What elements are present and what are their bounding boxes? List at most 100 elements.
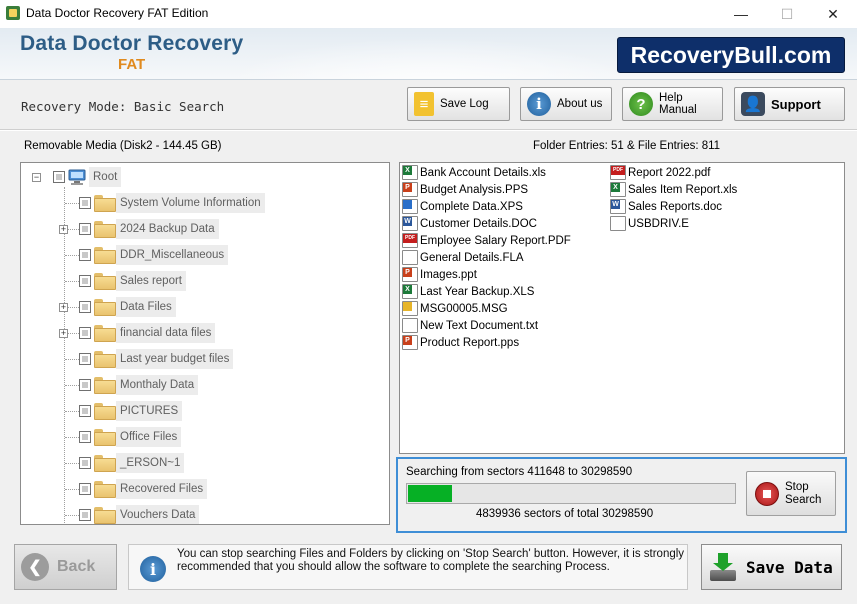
tree-line (65, 385, 79, 386)
folder-icon (94, 299, 116, 316)
tree-folder-label: Office Files (116, 427, 182, 447)
file-list[interactable]: X Bank Account Details.xls P Budget Analysi… (399, 162, 845, 454)
file-name: Employee Salary Report.PDF (420, 234, 571, 247)
help-manual-button[interactable]: ? Help Manual (622, 87, 723, 121)
file-item[interactable]: Complete Data.XPS (402, 198, 523, 215)
save-log-button[interactable]: ≡ Save Log (407, 87, 510, 121)
file-item[interactable]: MSG00005.MSG (402, 300, 508, 317)
tree-folder-item[interactable]: Sales report (21, 268, 381, 294)
file-item[interactable]: W Sales Reports.doc (610, 198, 722, 215)
save-data-label: Save Data (746, 557, 833, 577)
expand-icon[interactable]: + (59, 329, 68, 338)
expand-icon[interactable]: + (59, 303, 68, 312)
file-item[interactable]: P Images.ppt (402, 266, 477, 283)
folder-checkbox[interactable] (79, 431, 91, 443)
tree-line (65, 489, 79, 490)
file-item[interactable]: USBDRIV.E (610, 215, 689, 232)
tree-folder-item[interactable]: Recovered Files (21, 476, 381, 502)
file-item[interactable]: New Text Document.txt (402, 317, 538, 334)
tree-folder-item[interactable]: + Data Files (21, 294, 381, 320)
file-item[interactable]: X Sales Item Report.xls (610, 181, 737, 198)
folder-icon (94, 377, 116, 394)
folder-checkbox[interactable] (79, 223, 91, 235)
word-icon: W (402, 216, 418, 231)
file-item[interactable]: P Product Report.pps (402, 334, 519, 351)
folder-checkbox[interactable] (79, 457, 91, 469)
brand-logo[interactable]: RecoveryBull.com (617, 37, 845, 73)
file-item[interactable]: X Last Year Backup.XLS (402, 283, 534, 300)
file-item[interactable]: W Customer Details.DOC (402, 215, 537, 232)
file-name: Product Report.pps (420, 336, 520, 349)
folder-checkbox[interactable] (79, 275, 91, 287)
tree-folder-item[interactable]: Vouchers Data (21, 502, 381, 524)
expand-icon[interactable]: + (59, 225, 68, 234)
tree-folder-item[interactable]: System Volume Information (21, 190, 381, 216)
save-data-button[interactable]: Save Data (701, 544, 842, 590)
folder-checkbox[interactable] (79, 405, 91, 417)
tree-folder-label: Monthaly Data (116, 375, 199, 395)
tree-folder-item[interactable]: _ERSON~1 (21, 450, 381, 476)
root-checkbox[interactable] (53, 171, 65, 183)
tree-line (65, 281, 79, 282)
collapse-icon[interactable]: − (32, 173, 41, 182)
folder-icon (94, 221, 116, 238)
tree-folder-item[interactable]: +2024 Backup Data (21, 216, 381, 242)
toolbar: Recovery Mode: Basic Search ≡ Save Log i… (0, 80, 857, 130)
folder-tree[interactable]: − Root System Volume Information +2024 Ba… (20, 162, 390, 525)
tree-folder-item[interactable]: DDR_Miscellaneous (21, 242, 381, 268)
searching-status: Searching from sectors 411648 to 3029859… (406, 466, 633, 478)
tree-folder-item[interactable]: PICTURES (21, 398, 381, 424)
text-file-icon (402, 318, 418, 333)
folder-icon (94, 507, 116, 524)
tree-folder-label: 2024 Backup Data (116, 219, 219, 239)
folder-checkbox[interactable] (79, 327, 91, 339)
folder-checkbox[interactable] (79, 353, 91, 365)
support-label: Support (771, 96, 821, 112)
minimize-button[interactable]: — (718, 0, 764, 28)
stop-search-button[interactable]: Stop Search (746, 471, 836, 516)
tree-folder-item[interactable]: Monthaly Data (21, 372, 381, 398)
back-button[interactable]: ❮ Back (14, 544, 117, 590)
file-name: USBDRIV.E (628, 217, 689, 230)
folder-icon (94, 403, 116, 420)
stop-label-line2: Search (785, 493, 822, 506)
file-icon (402, 250, 418, 265)
file-name: Last Year Backup.XLS (420, 285, 535, 298)
file-name: MSG00005.MSG (420, 302, 508, 315)
tree-root[interactable]: − Root (21, 164, 381, 190)
tree-folder-label: _ERSON~1 (116, 453, 185, 473)
file-item[interactable]: General Details.FLA (402, 249, 524, 266)
support-button[interactable]: 👤 Support (734, 87, 845, 121)
pdf-icon: PDF (610, 165, 626, 180)
folder-icon (94, 429, 116, 446)
folder-checkbox[interactable] (79, 483, 91, 495)
tree-folder-item[interactable]: + financial data files (21, 320, 381, 346)
file-item[interactable]: P Budget Analysis.PPS (402, 181, 528, 198)
window-title: Data Doctor Recovery FAT Edition (26, 6, 209, 20)
file-item[interactable]: X Bank Account Details.xls (402, 164, 546, 181)
folder-checkbox[interactable] (79, 197, 91, 209)
tree-folder-item[interactable]: Office Files (21, 424, 381, 450)
tree-folder-item[interactable]: Last year budget files (21, 346, 381, 372)
excel-icon: X (610, 182, 626, 197)
stop-icon (755, 481, 779, 506)
powerpoint-icon: P (402, 182, 418, 197)
about-us-button[interactable]: i About us (520, 87, 612, 121)
folder-checkbox[interactable] (79, 509, 91, 521)
folder-icon (94, 247, 116, 264)
tree-line (65, 515, 79, 516)
folder-checkbox[interactable] (79, 301, 91, 313)
search-progress-bar (406, 483, 736, 504)
tree-folder-label: System Volume Information (116, 193, 265, 213)
tree-line (65, 359, 79, 360)
folder-checkbox[interactable] (79, 249, 91, 261)
file-icon (610, 216, 626, 231)
close-button[interactable]: ✕ (810, 0, 856, 28)
folder-checkbox[interactable] (79, 379, 91, 391)
file-item[interactable]: PDF Report 2022.pdf (610, 164, 710, 181)
file-item[interactable]: PDF Employee Salary Report.PDF (402, 232, 571, 249)
excel-icon: X (402, 165, 418, 180)
maximize-button[interactable]: ☐ (764, 0, 810, 28)
app-name: Data Doctor Recovery (20, 32, 244, 55)
pdf-icon: PDF (402, 233, 418, 248)
